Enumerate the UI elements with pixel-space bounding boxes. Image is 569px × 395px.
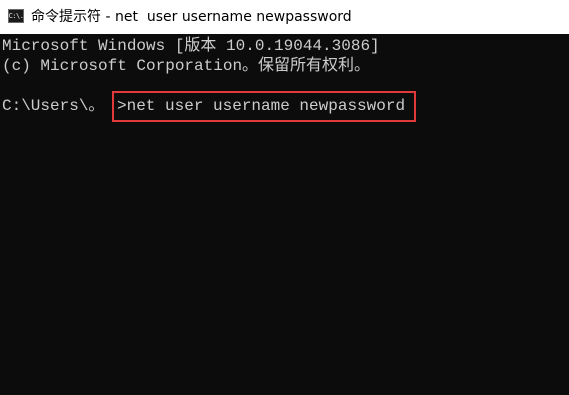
command-prompt-path: C:\Users\。 [2,97,105,115]
console-output[interactable]: Microsoft Windows [版本 10.0.19044.3086] (… [0,34,569,395]
cmd-icon[interactable]: C:\. [8,9,24,23]
typed-command[interactable]: >net user username newpassword [117,96,405,116]
console-line-copyright: (c) Microsoft Corporation。保留所有权利。 [2,57,371,75]
command-prompt-window: C:\. 命令提示符 - net user username newpasswo… [0,0,569,395]
console-line-version: Microsoft Windows [版本 10.0.19044.3086] [2,37,380,55]
window-title: 命令提示符 - net user username newpassword [31,9,352,25]
cmd-icon-text: C:\. [8,11,24,20]
title-bar[interactable]: C:\. 命令提示符 - net user username newpasswo… [0,0,569,34]
